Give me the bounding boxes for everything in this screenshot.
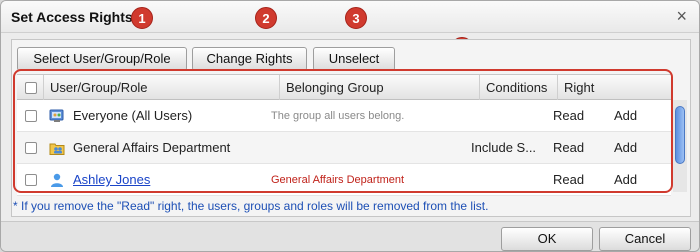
row-belonging-group [271, 132, 471, 164]
header-belonging-group[interactable]: Belonging Group [279, 75, 479, 100]
row-right-add: Add [614, 140, 638, 155]
row-right-read: Read [553, 172, 585, 187]
row-conditions [471, 100, 553, 132]
row-right-add: Add [614, 172, 638, 187]
row-belonging-group: The group all users belong. [271, 110, 405, 122]
row-checkbox[interactable] [25, 110, 37, 122]
dialog-footer: OK Cancel [1, 221, 699, 251]
row-conditions: Include S... [471, 140, 537, 155]
table-row[interactable]: Ashley Jones General Affairs Department … [17, 164, 671, 196]
set-access-rights-dialog: Set Access Rights × 1 2 3 4 Select User/… [0, 0, 700, 252]
row-belonging-group: General Affairs Department [271, 174, 405, 186]
row-checkbox[interactable] [25, 142, 37, 154]
cancel-button[interactable]: Cancel [599, 227, 691, 251]
callout-marker-1: 1 [131, 7, 153, 29]
header-user-group-role[interactable]: User/Group/Role [43, 75, 279, 100]
table-row[interactable]: General Affairs Department Include S... … [17, 132, 671, 164]
header-right[interactable]: Right [557, 75, 671, 100]
read-right-note: * If you remove the "Read" right, the us… [13, 199, 489, 213]
everyone-icon [49, 109, 64, 122]
callout-marker-3: 3 [345, 7, 367, 29]
scrollbar-thumb[interactable] [675, 106, 685, 164]
row-name: Everyone (All Users) [73, 108, 193, 123]
row-right-read: Read [553, 108, 585, 123]
row-checkbox[interactable] [25, 174, 37, 186]
row-right-add: Add [614, 108, 638, 123]
dialog-title: Set Access Rights [11, 9, 133, 25]
user-name-link[interactable]: Ashley Jones [73, 164, 273, 196]
callout-marker-2: 2 [255, 7, 277, 29]
ok-button[interactable]: OK [501, 227, 593, 251]
header-conditions[interactable]: Conditions [479, 75, 557, 100]
table-row[interactable]: Everyone (All Users) The group all users… [17, 100, 671, 132]
row-name: General Affairs Department [73, 140, 231, 155]
table-scrollbar[interactable] [673, 100, 687, 192]
unselect-button[interactable]: Unselect [313, 47, 395, 71]
table-header: User/Group/Role Belonging Group Conditio… [17, 74, 671, 100]
select-all-checkbox[interactable] [25, 82, 37, 94]
close-icon[interactable]: × [676, 7, 687, 25]
user-icon [51, 173, 63, 187]
select-user-group-role-button[interactable]: Select User/Group/Role [17, 47, 187, 71]
row-conditions [471, 164, 553, 196]
row-right-read: Read [553, 140, 585, 155]
change-rights-button[interactable]: Change Rights [192, 47, 307, 71]
group-folder-icon [49, 143, 65, 155]
